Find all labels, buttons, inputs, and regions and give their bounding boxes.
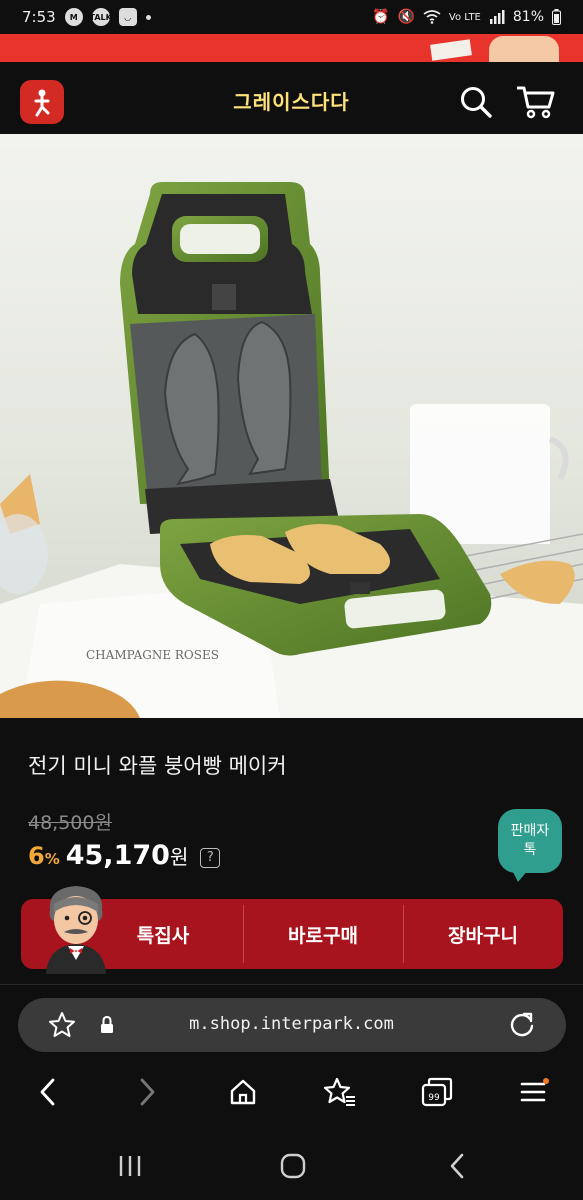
sale-price-unit: 원 — [169, 845, 189, 869]
add-to-cart-label: 장바구니 — [448, 924, 518, 947]
buy-now-button[interactable]: 바로구매 — [243, 899, 403, 969]
kakaotalk-icon: TALK — [90, 8, 112, 26]
price-help-icon[interactable]: ? — [200, 848, 221, 868]
waffle-maker-photo: CHAMPAGNE ROSES — [0, 134, 583, 718]
browser-back-button[interactable] — [26, 1070, 70, 1114]
status-time: 7:53 — [22, 8, 56, 26]
hamburger-menu-icon — [520, 1078, 549, 1102]
image-caption: CHAMPAGNE ROSES — [86, 648, 219, 662]
home-icon — [230, 1079, 256, 1105]
gmail-icon: M — [64, 8, 83, 26]
browser-tabs-button[interactable]: 99 — [415, 1070, 459, 1114]
discount-unit: % — [44, 850, 60, 868]
discount-rate: 6% — [28, 842, 60, 870]
discount-value: 6 — [28, 842, 45, 870]
promo-hand-graphic — [489, 36, 559, 62]
sale-price: 45,170원 — [66, 840, 189, 871]
tabs-icon: 99 — [421, 1077, 453, 1107]
cart-button[interactable] — [516, 82, 556, 122]
system-back-button[interactable] — [437, 1146, 477, 1186]
sale-price-value: 45,170 — [65, 840, 170, 871]
search-button[interactable] — [456, 82, 496, 122]
mute-icon: 🔇 — [397, 9, 415, 25]
bookmarks-star-icon — [324, 1077, 355, 1106]
system-home-button[interactable] — [273, 1146, 313, 1186]
promo-banner[interactable] — [0, 34, 583, 62]
more-notifications-icon — [145, 14, 151, 20]
seller-chat-button[interactable]: 판매자 톡 — [498, 809, 562, 882]
search-icon — [461, 87, 492, 118]
tab-count: 99 — [428, 1093, 440, 1103]
recent-apps-button[interactable] — [110, 1146, 150, 1186]
browser-bookmarks-button[interactable] — [318, 1070, 362, 1114]
url-text[interactable]: m.shop.interpark.com — [0, 1014, 583, 1034]
back-chevron-icon — [450, 1153, 464, 1179]
price-line: 6% 45,170원 ? — [28, 840, 221, 871]
cart-icon — [517, 86, 555, 119]
seller-chat-line2: 톡 — [523, 842, 537, 858]
original-price: 48,500원 — [28, 812, 112, 834]
buy-now-label: 바로구매 — [288, 924, 358, 947]
product-image[interactable]: CHAMPAGNE ROSES — [0, 134, 583, 718]
recent-apps-icon — [119, 1156, 141, 1176]
add-to-cart-button[interactable]: 장바구니 — [403, 899, 563, 969]
chevron-left-icon — [40, 1078, 55, 1106]
browser-menu-button[interactable] — [512, 1070, 556, 1114]
promo-paper-graphic — [430, 39, 472, 61]
chevron-right-icon — [140, 1078, 155, 1106]
product-title: 전기 미니 와플 붕어빵 메이커 — [28, 754, 287, 778]
browser-forward-button[interactable] — [125, 1070, 169, 1114]
wifi-icon — [423, 10, 441, 24]
chat-face-icon: ◡ — [118, 8, 137, 26]
butler-mascot-icon — [46, 886, 106, 974]
browser-home-button[interactable] — [221, 1070, 265, 1114]
signal-icon — [489, 10, 505, 24]
status-bar: 7:53 M TALK ◡ ⏰ 🔇 Vo LTE 81% — [0, 0, 583, 34]
battery-level: 81% — [512, 9, 544, 25]
seller-chat-line1: 판매자 — [510, 823, 550, 840]
battery-icon — [552, 9, 561, 25]
app-header: 그레이스다다 — [0, 62, 583, 134]
alarm-icon: ⏰ — [372, 9, 390, 25]
home-circle-icon — [280, 1153, 306, 1179]
talk-assistant-label: 톡집사 — [136, 924, 190, 947]
network-label: Vo LTE — [448, 11, 481, 23]
